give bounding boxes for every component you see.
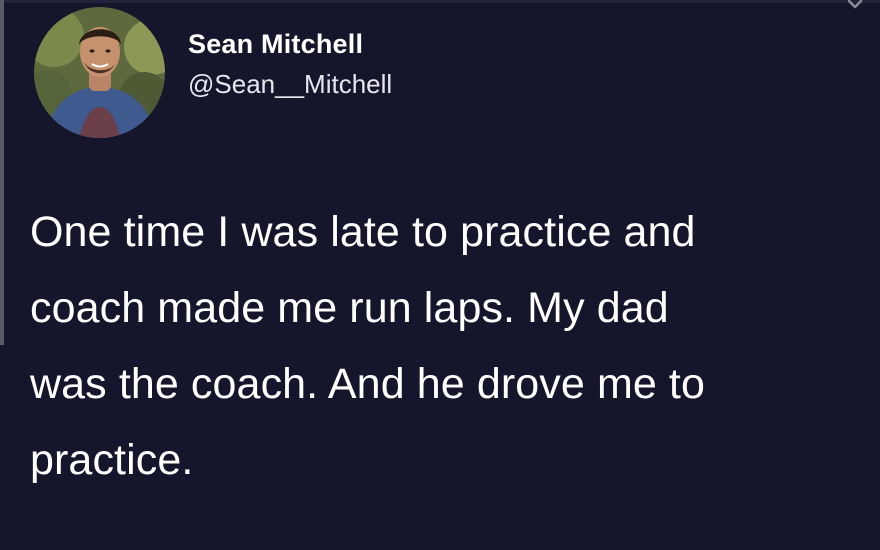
- avatar[interactable]: [34, 7, 165, 138]
- tweet-text: One time I was late to practice and coac…: [30, 208, 705, 484]
- display-name[interactable]: Sean Mitchell: [188, 26, 392, 62]
- user-handle[interactable]: @Sean__Mitchell: [188, 67, 392, 101]
- chevron-down-icon[interactable]: [844, 0, 866, 13]
- tweet-card: Sean Mitchell @Sean__Mitchell One time I…: [0, 0, 880, 550]
- user-info: Sean Mitchell @Sean__Mitchell: [188, 26, 392, 101]
- top-border: [0, 0, 880, 3]
- scrollbar[interactable]: [0, 0, 4, 345]
